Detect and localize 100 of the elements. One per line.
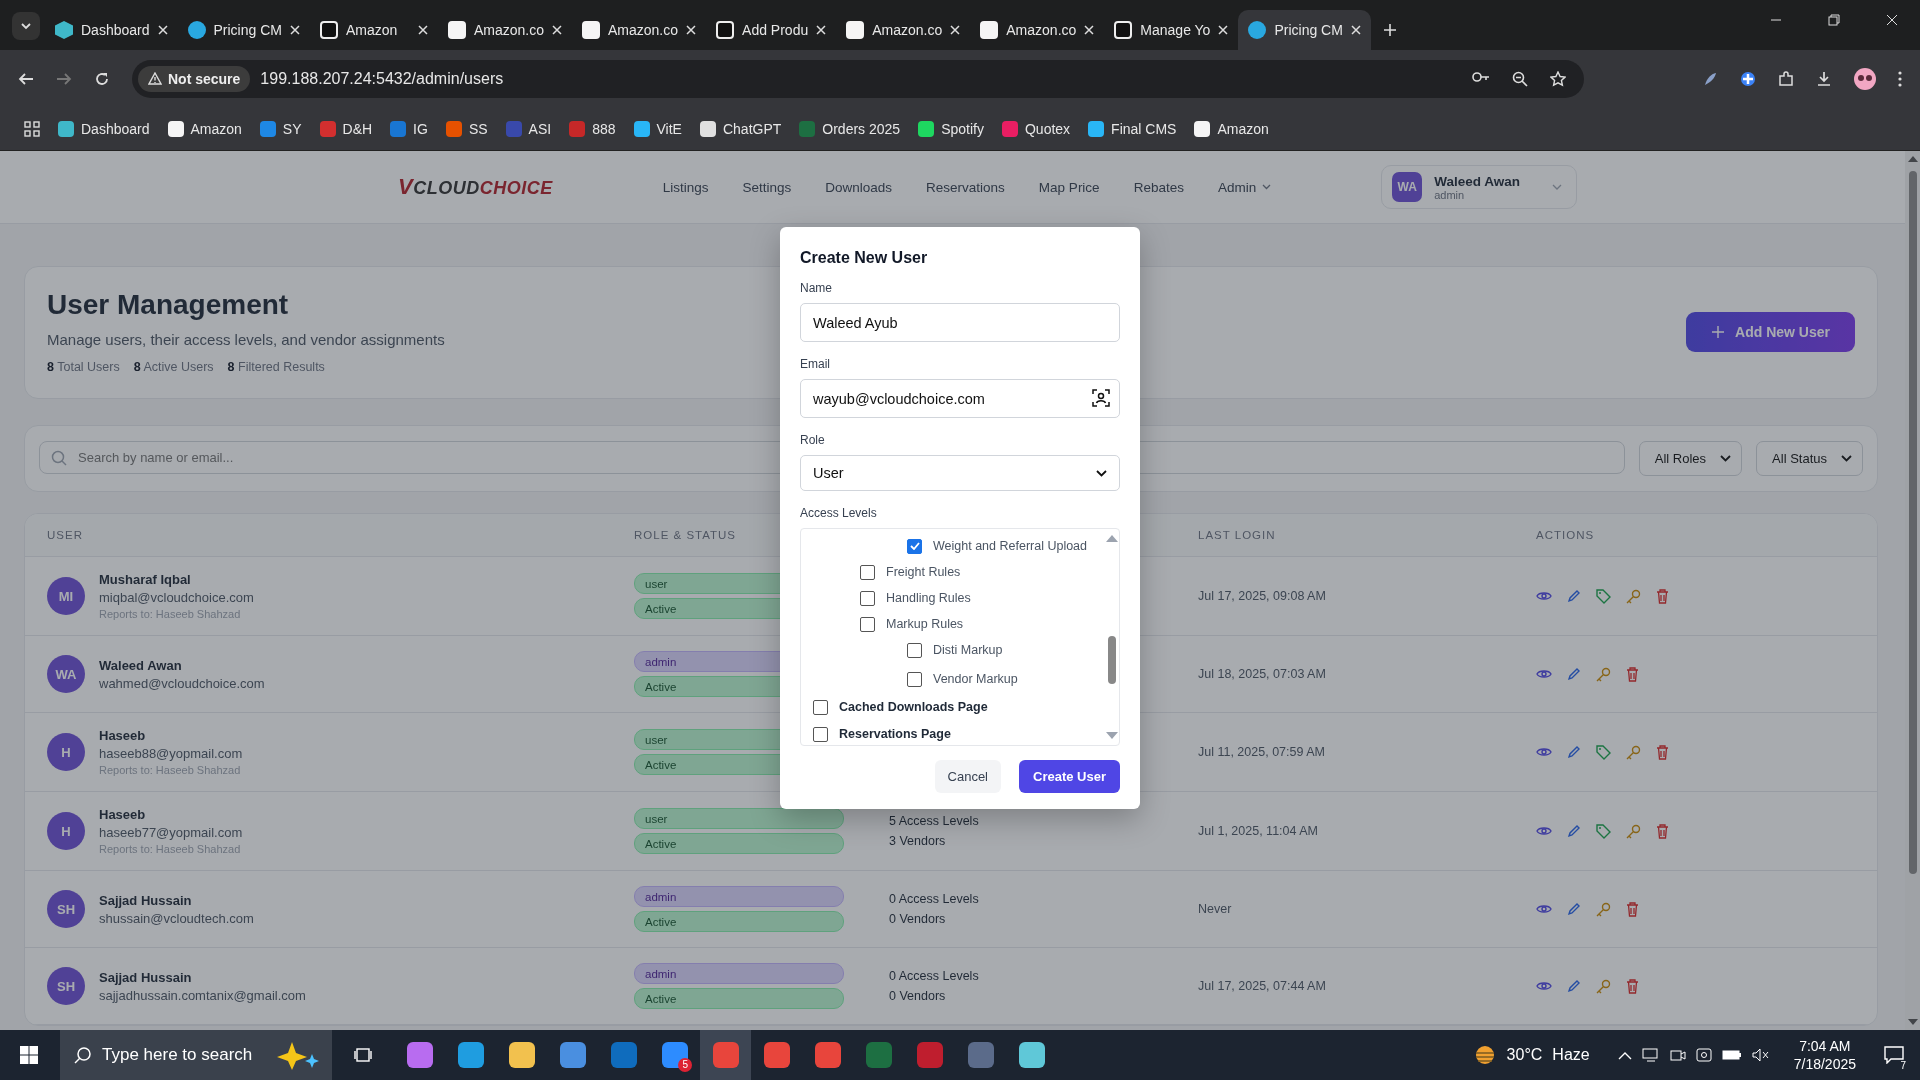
view-icon[interactable] — [1536, 903, 1552, 915]
user-menu[interactable]: WA Waleed Awan admin — [1381, 165, 1578, 209]
close-icon[interactable] — [816, 25, 827, 35]
delete-icon[interactable] — [1626, 666, 1639, 682]
close-icon[interactable] — [1886, 14, 1898, 26]
role-select[interactable]: User — [800, 455, 1120, 491]
zoom-icon[interactable] — [1512, 70, 1528, 87]
close-icon[interactable] — [157, 25, 168, 35]
edit-icon[interactable] — [1567, 902, 1581, 916]
bookmark[interactable]: Dashboard — [58, 120, 150, 137]
address-bar[interactable]: Not secure 199.188.207.24:5432/admin/users — [132, 59, 1584, 98]
new-tab-icon[interactable] — [1382, 23, 1397, 37]
tab-search-button[interactable] — [12, 12, 40, 40]
puzzle-icon[interactable] — [1740, 70, 1756, 87]
email-field[interactable]: wayub@vcloudchoice.com — [800, 379, 1120, 418]
delete-icon[interactable] — [1656, 744, 1669, 760]
access-level-label[interactable]: Cached Downloads Page — [839, 700, 988, 714]
restore-icon[interactable] — [1828, 14, 1840, 26]
security-chip[interactable]: Not secure — [138, 65, 251, 92]
checkbox[interactable] — [907, 642, 922, 658]
bookmark[interactable]: D&H — [319, 120, 373, 137]
mute-icon[interactable] — [1751, 1048, 1770, 1062]
close-icon[interactable] — [1218, 25, 1229, 35]
taskbar-app[interactable]: 5 — [649, 1030, 700, 1080]
notifications-button[interactable]: 7 — [1880, 1041, 1908, 1069]
contact-card-icon[interactable] — [1092, 389, 1110, 407]
nav-link[interactable]: Reservations — [926, 179, 1005, 195]
edit-icon[interactable] — [1567, 745, 1581, 759]
scroll-down-icon[interactable] — [1105, 732, 1118, 739]
battery-icon[interactable] — [1721, 1050, 1742, 1060]
bookmark[interactable]: Final CMS — [1088, 120, 1177, 137]
browser-tab[interactable]: Amazon.co — [572, 10, 707, 50]
nav-link[interactable]: Downloads — [825, 179, 893, 195]
access-level-label[interactable]: Freight Rules — [886, 565, 961, 579]
camera-icon[interactable] — [1669, 1048, 1686, 1062]
access-level-label[interactable]: Disti Markup — [933, 643, 1003, 657]
reload-icon[interactable] — [94, 70, 110, 87]
back-icon[interactable] — [18, 70, 34, 87]
bookmark[interactable]: Quotex — [1001, 120, 1071, 137]
access-level-label[interactable]: Markup Rules — [886, 617, 964, 631]
access-level-label[interactable]: Vendor Markup — [933, 672, 1018, 686]
create-user-button[interactable]: Create User — [1019, 760, 1120, 793]
star-icon[interactable] — [1550, 70, 1566, 87]
access-level-label[interactable]: Handling Rules — [886, 591, 971, 605]
browser-tab[interactable]: Amazon.co — [437, 10, 572, 50]
scroll-down-icon[interactable] — [1907, 1019, 1918, 1025]
apps-icon[interactable] — [24, 120, 40, 137]
view-icon[interactable] — [1536, 825, 1552, 837]
view-icon[interactable] — [1536, 746, 1552, 758]
profile-avatar-icon[interactable] — [1854, 67, 1876, 90]
checkbox[interactable] — [813, 726, 828, 742]
browser-tab[interactable]: Pricing CM — [1238, 10, 1371, 50]
checkbox[interactable] — [860, 616, 875, 632]
view-icon[interactable] — [1536, 980, 1552, 992]
bookmark[interactable]: Spotify — [918, 120, 984, 137]
bookmark[interactable]: IG — [390, 120, 428, 137]
scroll-thumb[interactable] — [1107, 636, 1116, 684]
edit-icon[interactable] — [1567, 667, 1581, 681]
edit-icon[interactable] — [1567, 979, 1581, 993]
close-icon[interactable] — [950, 25, 961, 35]
forward-icon[interactable] — [56, 70, 72, 87]
close-icon[interactable] — [417, 25, 428, 35]
close-icon[interactable] — [686, 25, 697, 35]
network-icon[interactable] — [1641, 1048, 1660, 1062]
task-view-icon[interactable] — [354, 1046, 372, 1064]
bookmark[interactable]: Orders 2025 — [799, 120, 901, 137]
delete-icon[interactable] — [1626, 901, 1639, 917]
start-icon[interactable] — [20, 1046, 38, 1064]
download-icon[interactable] — [1816, 70, 1832, 87]
taskbar-search[interactable]: Type here to search — [60, 1030, 332, 1080]
browser-tab[interactable]: Amazon.co — [970, 10, 1105, 50]
bookmark[interactable]: ChatGPT — [699, 120, 782, 137]
scroll-up-icon[interactable] — [1907, 156, 1918, 162]
chevron-up-icon[interactable] — [1617, 1050, 1632, 1060]
logo[interactable]: VCLOUDCHOICE — [398, 174, 553, 200]
edit-icon[interactable] — [1567, 824, 1581, 838]
close-icon[interactable] — [1350, 25, 1361, 35]
browser-tab[interactable]: Add Produ — [706, 10, 837, 50]
filter-select[interactable]: All Status — [1756, 441, 1863, 476]
delete-icon[interactable] — [1656, 823, 1669, 839]
checkbox[interactable] — [813, 699, 828, 715]
cancel-button[interactable]: Cancel — [934, 760, 1001, 793]
checkbox[interactable] — [907, 671, 922, 687]
bookmark[interactable]: SS — [445, 120, 488, 137]
bookmark[interactable]: 888 — [569, 120, 616, 137]
browser-tab[interactable]: Amazon.co — [836, 10, 971, 50]
scroll-thumb[interactable] — [1908, 171, 1917, 874]
close-icon[interactable] — [289, 25, 300, 35]
view-icon[interactable] — [1536, 590, 1552, 602]
close-icon[interactable] — [552, 25, 562, 35]
delete-icon[interactable] — [1626, 978, 1639, 994]
nav-link[interactable]: Admin — [1217, 179, 1272, 195]
browser-tab[interactable]: Pricing CM — [177, 10, 310, 50]
display-icon[interactable] — [1695, 1048, 1712, 1062]
nav-link[interactable]: Map Price — [1038, 179, 1100, 195]
tag-icon[interactable] — [1596, 744, 1611, 760]
browser-tab[interactable]: Dashboard — [45, 10, 178, 50]
nav-link[interactable]: Listings — [662, 179, 709, 195]
edit-icon[interactable] — [1567, 589, 1581, 603]
filter-select[interactable]: All Roles — [1638, 441, 1743, 476]
